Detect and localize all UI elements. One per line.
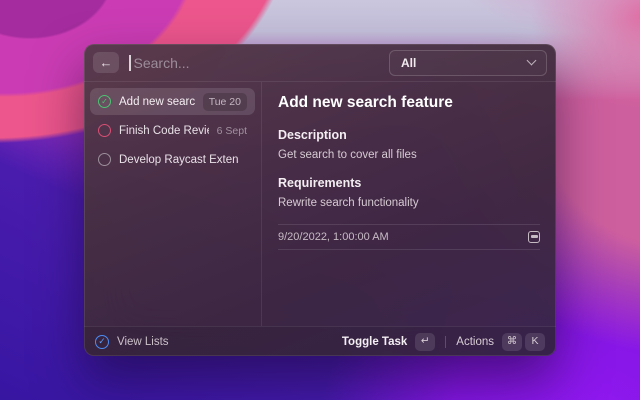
task-label: Add new search feature <box>119 96 195 108</box>
return-keycap: ↵ <box>415 333 435 351</box>
check-icon: ✓ <box>101 98 108 106</box>
filter-dropdown-value: All <box>401 56 416 70</box>
due-date-value: 9/20/2022, 1:00:00 AM <box>278 231 389 243</box>
task-due-badge: Tue 20 <box>203 93 247 111</box>
back-arrow-icon: ← <box>100 55 113 70</box>
command-keycap: ⌘ <box>502 333 522 351</box>
section-heading-requirements: Requirements <box>278 176 540 190</box>
calendar-icon[interactable] <box>528 231 540 243</box>
k-keycap: K <box>525 333 545 351</box>
actions-button[interactable]: Actions <box>456 336 494 348</box>
view-lists-label[interactable]: View Lists <box>117 336 169 348</box>
view-lists-check-icon: ✓ <box>95 335 109 349</box>
action-bar: ✓ View Lists Toggle Task ↵ Actions ⌘ K <box>84 326 556 356</box>
task-label: Finish Code Reviews <box>119 125 209 137</box>
back-button[interactable]: ← <box>93 52 119 73</box>
task-label: Develop Raycast Extension <box>119 154 239 166</box>
raycast-window: ← All ✓ Add new search feature Tue 20 Fi… <box>84 44 556 356</box>
text-caret <box>129 55 131 71</box>
task-due-date: 6 Sept <box>217 125 247 137</box>
task-detail-panel: Add new search feature Description Get s… <box>262 82 556 326</box>
section-heading-description: Description <box>278 128 540 142</box>
task-detail-title: Add new search feature <box>278 94 540 112</box>
search-header: ← All <box>84 44 556 82</box>
task-row-add-new-search-feature[interactable]: ✓ Add new search feature Tue 20 <box>90 88 255 115</box>
actions-shortcut: ⌘ K <box>502 333 545 351</box>
task-done-circle-icon[interactable]: ✓ <box>98 95 111 108</box>
section-body-description: Get search to cover all files <box>278 149 540 161</box>
window-body: ✓ Add new search feature Tue 20 Finish C… <box>84 82 556 326</box>
task-list: ✓ Add new search feature Tue 20 Finish C… <box>84 82 262 326</box>
chevron-down-icon <box>527 56 537 66</box>
search-input[interactable] <box>134 55 390 71</box>
task-row-develop-raycast-extension[interactable]: Develop Raycast Extension <box>90 146 255 173</box>
task-open-circle-icon[interactable] <box>98 153 111 166</box>
task-row-finish-code-reviews[interactable]: Finish Code Reviews 6 Sept <box>90 117 255 144</box>
toggle-task-button[interactable]: Toggle Task <box>342 336 407 348</box>
section-body-requirements: Rewrite search functionality <box>278 197 540 209</box>
due-date-field[interactable]: 9/20/2022, 1:00:00 AM <box>278 224 540 250</box>
task-open-circle-icon[interactable] <box>98 124 111 137</box>
footer-divider <box>445 336 446 348</box>
filter-dropdown[interactable]: All <box>389 50 547 76</box>
